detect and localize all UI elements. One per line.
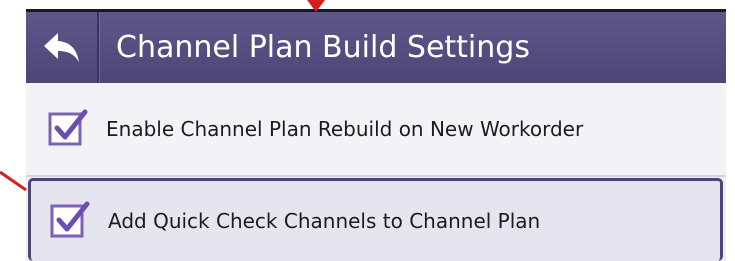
title-divider — [97, 12, 100, 83]
setting-row-add-quick-check[interactable]: Add Quick Check Channels to Channel Plan — [28, 178, 723, 261]
page-title: Channel Plan Build Settings — [116, 30, 530, 65]
back-arrow-icon — [43, 32, 79, 62]
title-bar: Channel Plan Build Settings — [26, 9, 726, 83]
setting-label-enable-rebuild: Enable Channel Plan Rebuild on New Worko… — [106, 117, 584, 141]
setting-row-enable-rebuild[interactable]: Enable Channel Plan Rebuild on New Worko… — [26, 83, 726, 175]
back-button[interactable] — [26, 12, 97, 83]
settings-panel: Channel Plan Build Settings Enable Chann… — [26, 9, 726, 261]
setting-label-add-quick-check: Add Quick Check Channels to Channel Plan — [108, 209, 541, 233]
checkbox-checked-icon — [48, 109, 88, 146]
row-divider — [26, 175, 726, 177]
checkbox-add-quick-check[interactable] — [50, 201, 90, 238]
screenshot-stage: Channel Plan Build Settings Enable Chann… — [0, 0, 735, 261]
checkbox-checked-icon — [50, 201, 90, 238]
checkbox-enable-rebuild[interactable] — [48, 109, 88, 146]
annotation-line-left — [0, 170, 27, 192]
